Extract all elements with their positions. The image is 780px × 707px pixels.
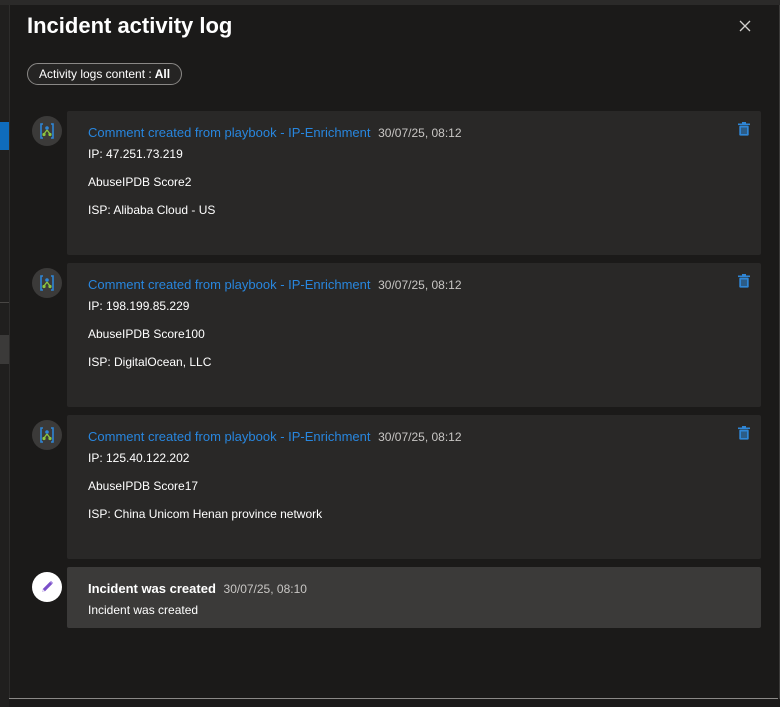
activity-filter-pill[interactable]: Activity logs content : All (27, 63, 183, 85)
panel-bottom-divider (9, 698, 778, 699)
created-body: Incident was created (88, 603, 199, 617)
entry-isp: ISP: DigitalOcean, LLC (88, 355, 212, 369)
entry-timestamp: 30/07/25, 08:12 (378, 278, 462, 292)
playbook-avatar (32, 116, 62, 146)
filter-value: All (154, 67, 171, 81)
incident-created-avatar (32, 572, 62, 602)
panel-title: Incident activity log (27, 13, 233, 38)
activity-entry-card: Comment created from playbook - IP-Enric… (67, 415, 761, 559)
entry-title-link[interactable]: Comment created from playbook - IP-Enric… (88, 277, 371, 292)
delete-comment-button[interactable] (736, 121, 752, 137)
entry-header: Comment created from playbook - IP-Enric… (88, 429, 462, 444)
background-block (0, 335, 9, 364)
entry-timestamp: 30/07/25, 08:12 (378, 126, 462, 140)
entry-timestamp: 30/07/25, 08:12 (378, 430, 462, 444)
entry-header: Comment created from playbook - IP-Enric… (88, 125, 462, 140)
playbook-logic-app-icon (40, 123, 54, 139)
entry-ip: IP: 198.199.85.229 (88, 299, 190, 313)
entry-title-link[interactable]: Comment created from playbook - IP-Enric… (88, 125, 371, 140)
trash-icon (738, 274, 750, 288)
entry-title-link[interactable]: Comment created from playbook - IP-Enric… (88, 429, 371, 444)
entry-ip: IP: 125.40.122.202 (88, 451, 190, 465)
entry-ip: IP: 47.251.73.219 (88, 147, 183, 161)
filter-label: Activity logs content : (39, 67, 152, 81)
entry-isp: ISP: Alibaba Cloud - US (88, 203, 216, 217)
entry-header: Incident was created 30/07/25, 08:10 (88, 581, 307, 596)
close-button[interactable] (734, 15, 756, 37)
entry-abuse-score: AbuseIPDB Score2 (88, 175, 192, 189)
delete-comment-button[interactable] (736, 425, 752, 441)
delete-comment-button[interactable] (736, 273, 752, 289)
entry-header: Comment created from playbook - IP-Enric… (88, 277, 462, 292)
activity-entry-card: Comment created from playbook - IP-Enric… (67, 111, 761, 255)
incident-created-card: Incident was created 30/07/25, 08:10 Inc… (67, 567, 761, 628)
activity-log-panel: Incident activity log Activity logs cont… (9, 5, 780, 699)
close-icon (739, 20, 751, 32)
playbook-logic-app-icon (40, 275, 54, 291)
background-nav-highlight (0, 122, 9, 150)
activity-entry-card: Comment created from playbook - IP-Enric… (67, 263, 761, 407)
playbook-avatar (32, 420, 62, 450)
playbook-avatar (32, 268, 62, 298)
entry-isp: ISP: China Unicom Henan province network (88, 507, 323, 521)
trash-icon (738, 122, 750, 136)
playbook-logic-app-icon (40, 427, 54, 443)
entry-abuse-score: AbuseIPDB Score17 (88, 479, 199, 493)
background-divider (0, 302, 9, 303)
created-timestamp: 30/07/25, 08:10 (223, 582, 307, 596)
pencil-icon (42, 580, 54, 592)
entry-abuse-score: AbuseIPDB Score100 (88, 327, 205, 341)
created-title: Incident was created (88, 581, 216, 596)
trash-icon (738, 426, 750, 440)
